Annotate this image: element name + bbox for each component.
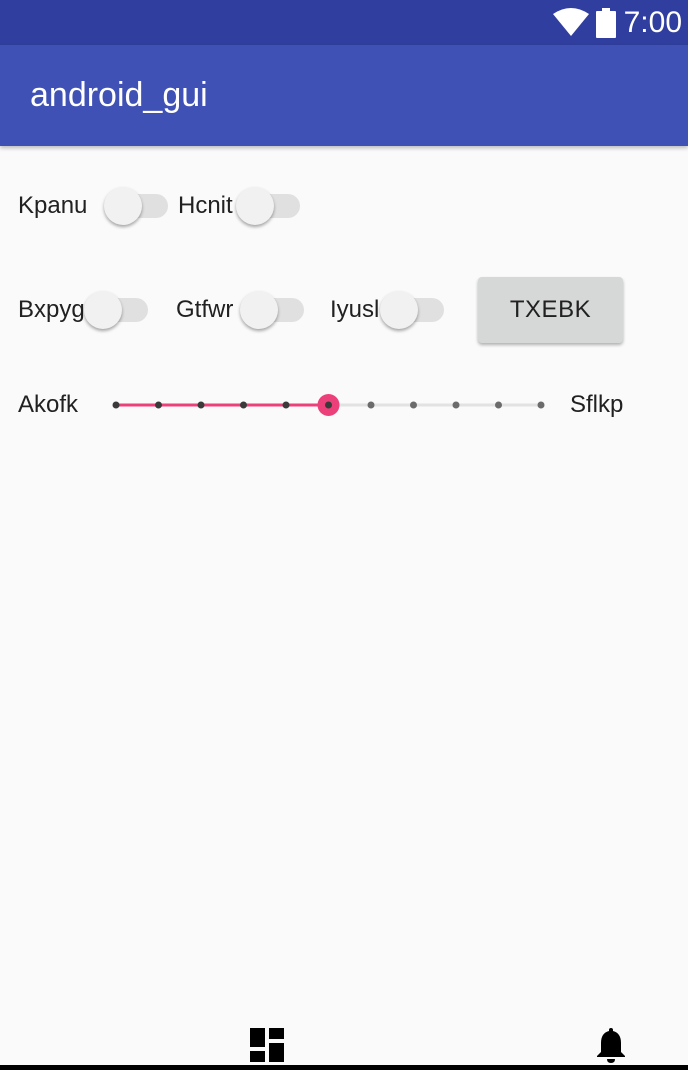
seekbar-left-label: Akofk [18, 391, 79, 418]
seekbar-tick [367, 401, 375, 409]
seekbar-tick [410, 401, 417, 409]
dashboard-icon[interactable] [250, 1028, 284, 1062]
switch-kpanu[interactable] [104, 184, 168, 228]
seekbar-right-label: Sflkp [570, 391, 624, 418]
seekbar-tick [155, 401, 162, 409]
seekbar-svg [112, 394, 545, 416]
switch-hcnit-group: Hcnit [178, 184, 308, 228]
seekbar-tick [495, 401, 502, 409]
status-time: 7:00 [623, 6, 682, 39]
seekbar-tick [112, 401, 120, 409]
switch-bxpyg-group: Bxpyg [18, 288, 158, 332]
seekbar-tick [537, 401, 545, 409]
switch-label: Bxpyg [18, 296, 85, 323]
wifi-icon [553, 8, 589, 36]
nav-bottom-line [0, 1065, 688, 1070]
seekbar-tick [282, 401, 290, 409]
switch-label: Hcnit [178, 192, 233, 219]
switch-iyusl[interactable] [380, 288, 444, 332]
switch-thumb [240, 291, 278, 329]
switch-thumb [380, 291, 418, 329]
main-content: Kpanu Hcnit Bxpyg Gtfwr Iyusl TXEBK Akof… [0, 146, 688, 1026]
app-title: android_gui [30, 76, 208, 114]
switch-kpanu-group: Kpanu [18, 184, 168, 228]
switch-label: Gtfwr [176, 296, 234, 323]
switch-thumb [236, 187, 274, 225]
app-bar: android_gui [0, 45, 688, 146]
seekbar-tick [452, 401, 460, 409]
seekbar-tick [240, 401, 247, 409]
switch-gtfwr-group: Gtfwr [176, 288, 312, 332]
switch-label: Iyusl [330, 296, 380, 323]
notifications-icon[interactable] [594, 1026, 628, 1064]
switch-iyusl-group: Iyusl [330, 288, 450, 332]
switch-bxpyg[interactable] [84, 288, 148, 332]
switch-gtfwr[interactable] [240, 288, 304, 332]
txebk-button[interactable]: TXEBK [478, 277, 623, 343]
switch-thumb [104, 187, 142, 225]
battery-icon [596, 8, 616, 38]
seekbar-tick [197, 401, 205, 409]
switch-thumb [84, 291, 122, 329]
seekbar-thumb-tick [325, 401, 332, 409]
status-bar: 7:00 [0, 0, 688, 45]
bottom-nav-bar [0, 1026, 688, 1070]
switch-label: Kpanu [18, 192, 88, 219]
discrete-seekbar[interactable] [110, 388, 550, 422]
switch-hcnit[interactable] [236, 184, 300, 228]
